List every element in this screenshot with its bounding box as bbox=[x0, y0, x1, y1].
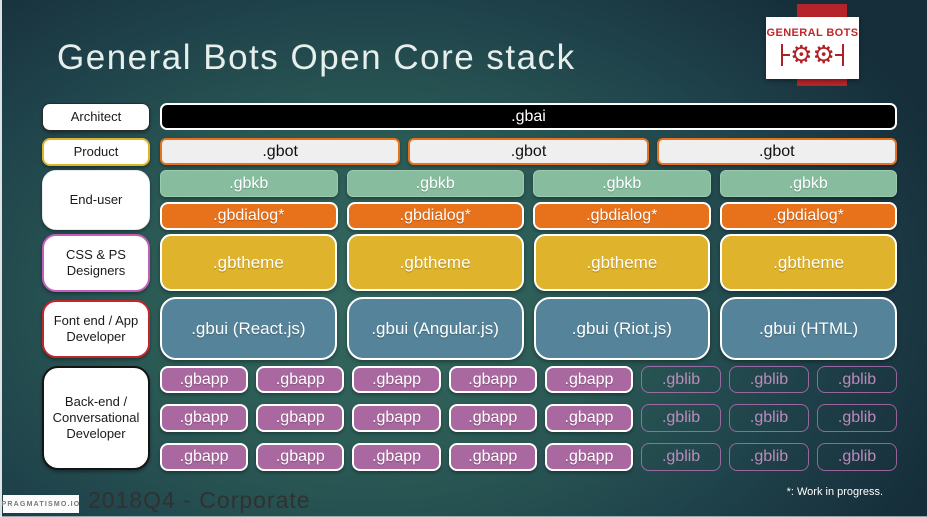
row-gbkb: .gbkb .gbkb .gbkb .gbkb bbox=[160, 170, 897, 197]
gbapp-box: .gbapp bbox=[160, 366, 249, 393]
gbapp-box: .gbapp bbox=[160, 443, 249, 471]
gbot-box: .gbot bbox=[408, 138, 649, 165]
gblib-box: .gblib bbox=[729, 366, 810, 393]
footer-quarter-text: 2018Q4 - Corporate bbox=[88, 487, 311, 513]
slide: General Bots Open Core stack GENERAL BOT… bbox=[0, 0, 927, 517]
gbkb-box: .gbkb bbox=[160, 170, 338, 197]
gblib-box: .gblib bbox=[817, 404, 897, 432]
gbtheme-box: .gbtheme bbox=[160, 234, 337, 291]
label-backend-conversational-developer: Back-end / Conversational Developer bbox=[42, 366, 150, 470]
logo-gears: ⚙ ⚙ bbox=[781, 40, 844, 70]
gbapp-box: .gbapp bbox=[544, 366, 634, 393]
gblib-box: .gblib bbox=[729, 443, 810, 471]
gbtheme-box: .gbtheme bbox=[533, 234, 711, 291]
gbdialog-box: .gbdialog* bbox=[346, 202, 524, 230]
gbui-angular-box: .gbui (Angular.js) bbox=[346, 297, 524, 360]
gbot-box: .gbot bbox=[656, 138, 897, 165]
gbdialog-box: .gbdialog* bbox=[533, 202, 711, 230]
gbapp-box: .gbapp bbox=[256, 366, 345, 393]
row-backend-3: .gbapp .gbapp .gbapp .gbapp .gbapp .gbli… bbox=[160, 443, 897, 471]
row-backend-1: .gbapp .gbapp .gbapp .gbapp .gbapp .gbli… bbox=[160, 366, 897, 393]
gbdialog-box: .gbdialog* bbox=[719, 202, 897, 230]
gblib-box: .gblib bbox=[641, 366, 722, 393]
gbkb-box: .gbkb bbox=[346, 170, 524, 197]
gbui-riot-box: .gbui (Riot.js) bbox=[533, 297, 711, 360]
gbtheme-box: .gbtheme bbox=[720, 234, 897, 291]
gbapp-box: .gbapp bbox=[160, 404, 249, 432]
pragmatismo-watermark: PRAGMATISMO.IO bbox=[2, 495, 79, 513]
gbapp-box: .gbapp bbox=[256, 404, 345, 432]
general-bots-logo: GENERAL BOTS ⚙ ⚙ bbox=[766, 17, 859, 79]
gbai-box: .gbai bbox=[160, 103, 897, 130]
gbapp-box: .gbapp bbox=[352, 366, 441, 393]
gbapp-box: .gbapp bbox=[544, 404, 634, 432]
gbapp-box: .gbapp bbox=[448, 443, 537, 471]
gear-icon: ⚙ bbox=[812, 40, 835, 69]
gbapp-box: .gbapp bbox=[352, 443, 441, 471]
gblib-box: .gblib bbox=[817, 443, 897, 471]
gblib-box: .gblib bbox=[641, 404, 722, 432]
gear-axle-icon bbox=[834, 53, 842, 56]
row-gbui: .gbui (React.js) .gbui (Angular.js) .gbu… bbox=[160, 297, 897, 360]
gbapp-box: .gbapp bbox=[448, 404, 537, 432]
gbui-react-box: .gbui (React.js) bbox=[160, 297, 337, 360]
gbkb-box: .gbkb bbox=[719, 170, 897, 197]
row-gbdialog: .gbdialog* .gbdialog* .gbdialog* .gbdial… bbox=[160, 202, 897, 230]
gear-axle-icon bbox=[783, 53, 791, 56]
gear-icon: ⚙ bbox=[790, 40, 813, 69]
label-architect: Architect bbox=[42, 103, 150, 131]
gbkb-box: .gbkb bbox=[533, 170, 711, 197]
gblib-box: .gblib bbox=[729, 404, 810, 432]
row-gbot: .gbot .gbot .gbot bbox=[160, 138, 897, 165]
gblib-box: .gblib bbox=[817, 366, 897, 393]
label-end-user: End-user bbox=[42, 170, 150, 230]
logo-brand-text: GENERAL BOTS bbox=[766, 26, 859, 39]
work-in-progress-footnote: *: Work in progress. bbox=[786, 486, 883, 498]
gbdialog-box: .gbdialog* bbox=[160, 202, 338, 230]
label-frontend-app-developer: Font end / App Developer bbox=[42, 300, 150, 358]
gbui-html-box: .gbui (HTML) bbox=[720, 297, 897, 360]
row-backend-2: .gbapp .gbapp .gbapp .gbapp .gbapp .gbli… bbox=[160, 404, 897, 432]
gbapp-box: .gbapp bbox=[544, 443, 634, 471]
gbapp-box: .gbapp bbox=[256, 443, 345, 471]
row-gbtheme: .gbtheme .gbtheme .gbtheme .gbtheme bbox=[160, 234, 897, 291]
gbtheme-box: .gbtheme bbox=[346, 234, 524, 291]
gblib-box: .gblib bbox=[641, 443, 722, 471]
label-css-ps-designers: CSS & PS Designers bbox=[42, 234, 150, 292]
gear-end-bar-icon bbox=[841, 43, 844, 66]
row-gbai: .gbai bbox=[160, 103, 897, 130]
gbapp-box: .gbapp bbox=[352, 404, 441, 432]
gbot-box: .gbot bbox=[160, 138, 401, 165]
slide-left-edge bbox=[0, 0, 2, 517]
label-product: Product bbox=[42, 138, 150, 166]
page-title: General Bots Open Core stack bbox=[57, 38, 576, 77]
gbapp-box: .gbapp bbox=[448, 366, 537, 393]
